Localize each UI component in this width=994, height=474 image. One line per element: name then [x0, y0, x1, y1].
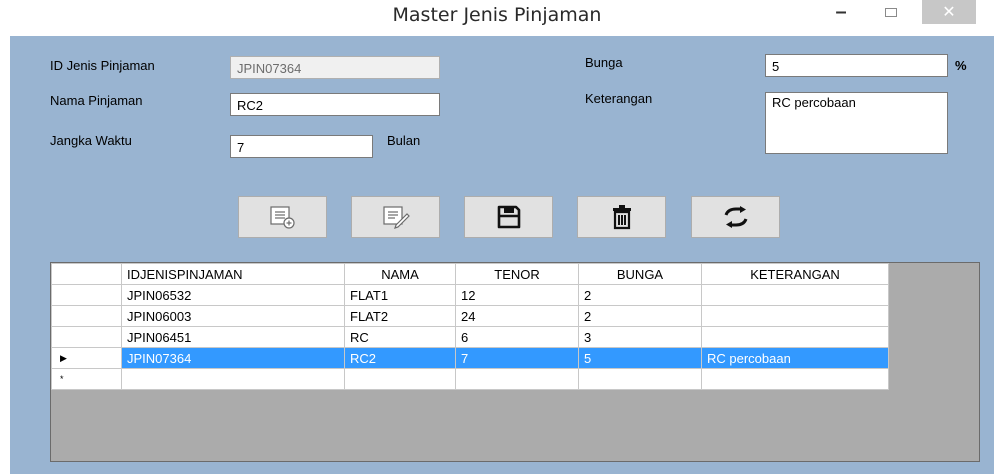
keterangan-label: Keterangan	[585, 91, 653, 106]
maximize-icon	[885, 7, 897, 17]
app-window: Master Jenis Pinjaman – ✕ ID Jenis Pinja…	[0, 0, 994, 474]
column-header-nama[interactable]: NAMA	[344, 263, 456, 285]
table-row[interactable]: JPIN06003 FLAT2 24 2	[51, 305, 889, 327]
cell-id[interactable]: JPIN06532	[121, 284, 345, 306]
minimize-button[interactable]: –	[820, 0, 862, 24]
loan-types-grid[interactable]: IDJENISPINJAMAN NAMA TENOR BUNGA KETERAN…	[50, 262, 980, 462]
cell-tenor[interactable]: 6	[455, 326, 579, 348]
save-button[interactable]	[464, 196, 553, 238]
cell-keterangan[interactable]	[701, 326, 889, 348]
grid-header-row: IDJENISPINJAMAN NAMA TENOR BUNGA KETERAN…	[51, 263, 889, 285]
edit-button[interactable]	[351, 196, 440, 238]
cell-bunga[interactable]: 5	[578, 347, 702, 369]
cell-keterangan[interactable]	[701, 305, 889, 327]
bunga-label: Bunga	[585, 55, 623, 70]
id-jenis-pinjaman-field[interactable]: JPIN07364	[230, 56, 440, 79]
minimize-icon: –	[835, 0, 847, 23]
cell-nama[interactable]: FLAT2	[344, 305, 456, 327]
cell-new[interactable]	[701, 368, 889, 390]
add-record-icon	[269, 206, 295, 229]
close-button[interactable]: ✕	[922, 0, 976, 24]
cell-tenor[interactable]: 24	[455, 305, 579, 327]
cell-id[interactable]: JPIN06451	[121, 326, 345, 348]
new-row-marker[interactable]: *	[51, 368, 122, 390]
delete-icon	[612, 205, 631, 230]
cell-bunga[interactable]: 3	[578, 326, 702, 348]
bulan-label: Bulan	[387, 133, 421, 148]
new-row[interactable]: *	[51, 368, 889, 390]
refresh-button[interactable]	[691, 196, 780, 238]
close-icon: ✕	[942, 4, 956, 21]
cell-bunga[interactable]: 2	[578, 305, 702, 327]
table-row-selected[interactable]: ▶ JPIN07364 RC2 7 5 RC percobaan	[51, 347, 889, 369]
delete-button[interactable]	[577, 196, 666, 238]
refresh-icon	[724, 206, 747, 228]
table-row[interactable]: JPIN06451 RC 6 3	[51, 326, 889, 348]
save-icon	[497, 205, 520, 229]
grid-table: IDJENISPINJAMAN NAMA TENOR BUNGA KETERAN…	[51, 263, 889, 390]
cell-keterangan[interactable]	[701, 284, 889, 306]
id-jenis-pinjaman-label: ID Jenis Pinjaman	[50, 58, 155, 73]
edit-record-icon	[382, 206, 410, 229]
column-header-keterangan[interactable]: KETERANGAN	[701, 263, 889, 285]
percent-label: %	[955, 58, 967, 73]
cell-new[interactable]	[121, 368, 345, 390]
row-header[interactable]	[51, 326, 122, 348]
nama-pinjaman-label: Nama Pinjaman	[50, 93, 143, 108]
row-header[interactable]	[51, 284, 122, 306]
title-bar: Master Jenis Pinjaman – ✕	[0, 0, 994, 36]
form-client-area: ID Jenis Pinjaman JPIN07364 Nama Pinjama…	[10, 36, 994, 474]
cell-new[interactable]	[344, 368, 456, 390]
cell-new[interactable]	[455, 368, 579, 390]
column-header-bunga[interactable]: BUNGA	[578, 263, 702, 285]
row-header[interactable]	[51, 305, 122, 327]
cell-nama[interactable]: RC2	[344, 347, 456, 369]
cell-id[interactable]: JPIN06003	[121, 305, 345, 327]
add-button[interactable]	[238, 196, 327, 238]
cell-id[interactable]: JPIN07364	[121, 347, 345, 369]
jangka-waktu-label: Jangka Waktu	[50, 133, 132, 148]
row-header-corner	[51, 263, 122, 285]
cell-nama[interactable]: RC	[344, 326, 456, 348]
maximize-button[interactable]	[870, 0, 912, 24]
column-header-idjenispinjaman[interactable]: IDJENISPINJAMAN	[121, 263, 345, 285]
table-row[interactable]: JPIN06532 FLAT1 12 2	[51, 284, 889, 306]
nama-pinjaman-field[interactable]: RC2	[230, 93, 440, 116]
current-row-marker[interactable]: ▶	[51, 347, 122, 369]
cell-bunga[interactable]: 2	[578, 284, 702, 306]
column-header-tenor[interactable]: TENOR	[455, 263, 579, 285]
cell-new[interactable]	[578, 368, 702, 390]
keterangan-field[interactable]: RC percobaan	[765, 92, 948, 154]
cell-tenor[interactable]: 12	[455, 284, 579, 306]
bunga-field[interactable]: 5	[765, 54, 948, 77]
jangka-waktu-field[interactable]: 7	[230, 135, 373, 158]
cell-nama[interactable]: FLAT1	[344, 284, 456, 306]
cell-tenor[interactable]: 7	[455, 347, 579, 369]
cell-keterangan[interactable]: RC percobaan	[701, 347, 889, 369]
